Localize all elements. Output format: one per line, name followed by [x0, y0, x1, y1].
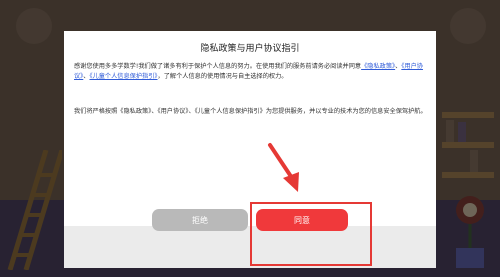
paragraph-1-outro: ，了解个人信息的使用情况与自主选择的权力。 — [157, 73, 288, 80]
child-privacy-guideline-link[interactable]: 《儿童个人信息保护指引》 — [89, 73, 157, 80]
paragraph-1-intro: 感谢您使用多多学数学!我们做了诸多有利于保护个人信息的努力。在使用我们的服务前请… — [74, 63, 362, 70]
highlight-box — [250, 202, 372, 266]
privacy-policy-link[interactable]: 《隐私政策》 — [361, 63, 395, 70]
dialog-paragraph-2: 我们将严格按照《隐私政策》、《用户协议》、《儿童个人信息保护指引》为您提供服务，… — [74, 108, 427, 115]
reject-button[interactable]: 拒绝 — [152, 209, 248, 231]
dialog-title: 隐私政策与用户协议指引 — [200, 44, 300, 54]
dialog-paragraph-1: 感谢您使用多多学数学!我们做了诸多有利于保护个人信息的努力。在使用我们的服务前请… — [74, 62, 428, 82]
